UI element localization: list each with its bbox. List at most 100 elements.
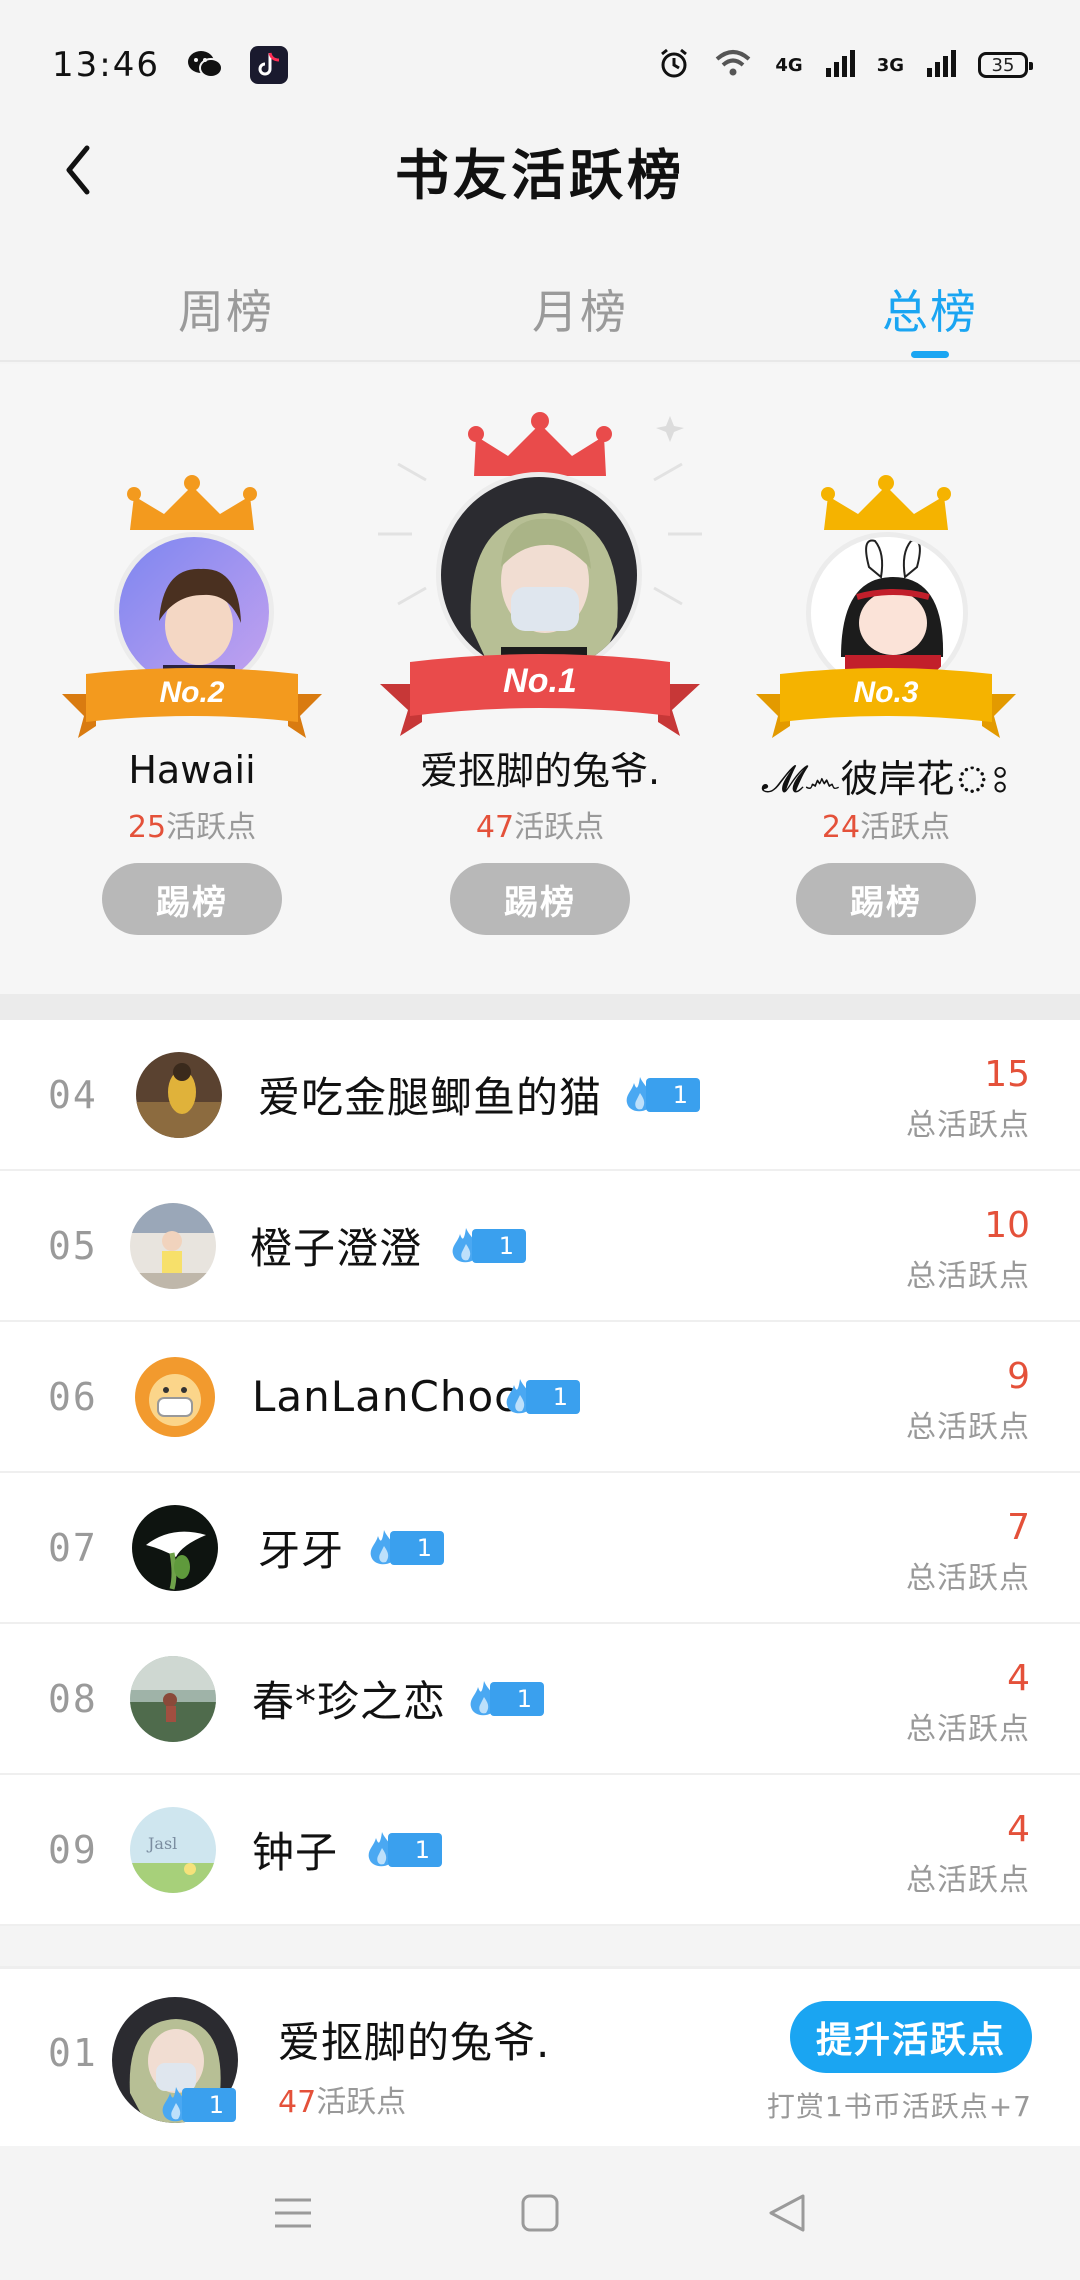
score-unit: 活跃点 xyxy=(514,810,605,845)
boost-hint: 打赏1书币活跃点+7 xyxy=(766,2090,1032,2123)
tab-monthly[interactable]: 月榜 xyxy=(460,262,700,362)
rank-label-second: No.2 xyxy=(159,676,225,709)
podium-name: 爱抠脚的兔爷. xyxy=(419,749,661,793)
podium-score: 24活跃点 xyxy=(726,802,1046,846)
status-right: 4G 3G 35 xyxy=(657,46,1033,84)
back-triangle-icon[interactable] xyxy=(757,2183,817,2243)
row-score: 4 xyxy=(1007,1658,1030,1699)
back-arrow-icon[interactable] xyxy=(50,142,106,198)
avatar[interactable] xyxy=(130,1655,216,1742)
podium-score: 25活跃点 xyxy=(32,802,352,846)
crown-icon xyxy=(127,475,257,530)
wechat-icon xyxy=(186,46,224,84)
battery-icon: 35 xyxy=(978,52,1033,78)
badge-count: 1 xyxy=(388,1832,442,1867)
score-unit: 活跃点 xyxy=(316,2085,407,2120)
wifi-icon xyxy=(713,47,753,83)
avatar[interactable]: Jasl xyxy=(130,1806,216,1893)
fire-badge: 1 xyxy=(622,1076,700,1113)
badge-count: 1 xyxy=(526,1379,580,1414)
tab-total[interactable]: 总榜 xyxy=(810,262,1050,362)
header: 书友活跃榜 xyxy=(0,130,1080,210)
tab-total-label: 总榜 xyxy=(882,285,978,339)
avatar[interactable] xyxy=(436,472,642,678)
section-divider xyxy=(0,994,1080,1020)
row-name: 牙牙 xyxy=(258,1526,345,1575)
kick-button[interactable]: 踢榜 xyxy=(796,863,976,935)
row-score: 15 xyxy=(984,1054,1030,1095)
my-score: 47活跃点 xyxy=(278,2077,406,2121)
score-unit: 活跃点 xyxy=(860,810,951,845)
crown-icon xyxy=(821,475,951,530)
score-value: 25 xyxy=(127,810,167,845)
avatar[interactable] xyxy=(132,1504,218,1591)
my-rank: 01 xyxy=(48,2031,98,2075)
podium-score: 47活跃点 xyxy=(380,802,700,846)
row-name: LanLanChoco xyxy=(252,1372,545,1421)
row-score: 10 xyxy=(984,1205,1030,1246)
kick-button[interactable]: 踢榜 xyxy=(102,863,282,935)
row-score-label: 总活跃点 xyxy=(906,1410,1030,1445)
row-score: 4 xyxy=(1007,1809,1030,1850)
row-score-label: 总活跃点 xyxy=(906,1863,1030,1898)
svg-text:Jasl: Jasl xyxy=(146,1834,177,1853)
row-name: 爱吃金腿鲫鱼的猫 xyxy=(258,1073,603,1122)
list-item[interactable]: 04 爱吃金腿鲫鱼的猫 1 15 总活跃点 xyxy=(0,1020,1080,1171)
row-name: 春*珍之恋 xyxy=(252,1677,447,1726)
tab-weekly[interactable]: 周榜 xyxy=(106,262,346,362)
list-item[interactable]: 08 春*珍之恋 1 4 总活跃点 xyxy=(0,1624,1080,1775)
score-value: 24 xyxy=(821,810,861,845)
score-value: 47 xyxy=(475,810,515,845)
rank-label-third: No.3 xyxy=(853,676,919,709)
my-name: 爱抠脚的兔爷. xyxy=(278,2018,551,2067)
page-title: 书友活跃榜 xyxy=(395,143,685,207)
tab-indicator xyxy=(911,351,949,358)
rank-label-first: No.1 xyxy=(503,662,577,700)
score-unit: 活跃点 xyxy=(166,810,257,845)
badge-count: 1 xyxy=(646,1077,700,1112)
fire-badge: 1 xyxy=(466,1680,544,1717)
row-rank: 09 xyxy=(48,1827,98,1872)
podium-second: No.2 Hawaii 25活跃点 踢榜 xyxy=(32,364,352,994)
tiktok-icon xyxy=(249,46,288,84)
signal-icon-2 xyxy=(926,48,956,82)
list-item[interactable]: 06 LanLanChoco 1 9 总活跃点 xyxy=(0,1322,1080,1473)
score-value: 47 xyxy=(278,2085,317,2120)
list-item[interactable]: 09 Jasl 钟子 1 4 总活跃点 xyxy=(0,1775,1080,1926)
boost-activity-button[interactable]: 提升活跃点 xyxy=(790,2001,1032,2073)
podium-first: No.1 爱抠脚的兔爷. 47活跃点 踢榜 xyxy=(378,364,702,994)
system-nav-bar xyxy=(0,2146,1080,2280)
row-rank: 08 xyxy=(48,1676,98,1721)
list-item[interactable]: 05 橙子澄澄 1 10 总活跃点 xyxy=(0,1171,1080,1322)
row-name: 橙子澄澄 xyxy=(250,1224,423,1273)
badge-count: 1 xyxy=(390,1530,444,1565)
row-score-label: 总活跃点 xyxy=(906,1259,1030,1294)
row-rank: 05 xyxy=(48,1223,98,1268)
home-icon[interactable] xyxy=(510,2183,570,2243)
kick-button[interactable]: 踢榜 xyxy=(450,863,630,935)
avatar[interactable] xyxy=(136,1051,222,1138)
row-name: 钟子 xyxy=(252,1828,339,1877)
fire-badge: 1 xyxy=(366,1529,444,1566)
fire-badge: 1 xyxy=(448,1227,526,1264)
avatar[interactable] xyxy=(130,1202,216,1289)
badge-count: 1 xyxy=(182,2088,236,2122)
list-item[interactable]: 07 牙牙 1 7 总活跃点 xyxy=(0,1473,1080,1624)
fire-badge: 1 xyxy=(158,2087,236,2123)
signal-3g-label: 3G xyxy=(876,54,904,76)
fire-badge: 1 xyxy=(364,1831,442,1868)
row-rank: 07 xyxy=(48,1525,98,1570)
tab-weekly-label: 周榜 xyxy=(178,285,274,339)
menu-icon[interactable] xyxy=(263,2183,323,2243)
badge-count: 1 xyxy=(472,1228,526,1263)
avatar[interactable] xyxy=(132,1353,218,1440)
alarm-icon xyxy=(657,46,691,84)
signal-4g-label: 4G xyxy=(775,54,803,76)
fire-badge: 1 xyxy=(502,1378,580,1415)
crown-icon xyxy=(468,412,612,476)
tab-bar: 周榜 月榜 总榜 xyxy=(0,262,1080,362)
row-score-label: 总活跃点 xyxy=(906,1712,1030,1747)
status-bar: 13:46 4G 3G 35 xyxy=(0,0,1080,130)
badge-count: 1 xyxy=(490,1681,544,1716)
podium: No.2 Hawaii 25活跃点 踢榜 No.1 爱抠脚的兔爷. 47活跃点 … xyxy=(0,364,1080,994)
